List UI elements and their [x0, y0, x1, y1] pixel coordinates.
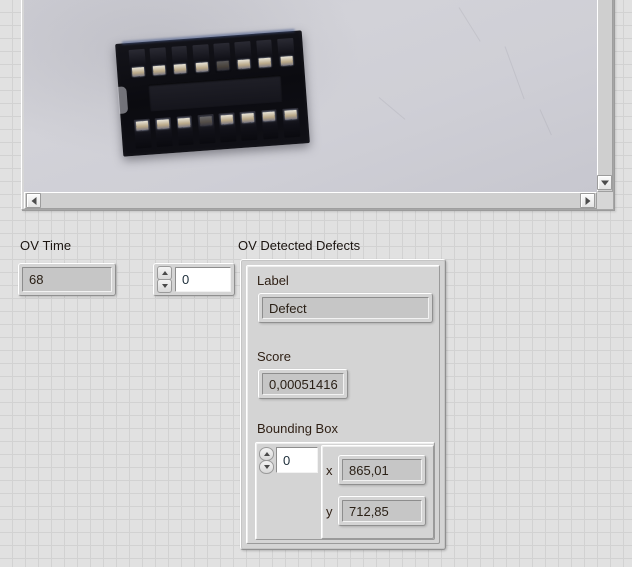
spinner-down-icon[interactable]: [259, 459, 274, 474]
bbox-x-value: 865,01: [342, 459, 422, 481]
bbox-y-caption: y: [326, 504, 333, 519]
bbox-coords-cluster: x 865,01 y 712,85: [321, 445, 434, 539]
socket-pin: [133, 118, 152, 149]
photo-scratch: [539, 109, 552, 136]
ov-time-label: OV Time: [20, 238, 72, 253]
bbox-index-value[interactable]: 0: [276, 447, 318, 473]
socket-pin: [239, 110, 258, 142]
index-value[interactable]: 0: [175, 267, 231, 292]
spinner-up-icon[interactable]: [259, 446, 274, 461]
detected-defects-label: OV Detected Defects: [238, 238, 361, 253]
scroll-down-icon[interactable]: [597, 175, 612, 190]
bbox-y-indicator: 712,85: [338, 496, 426, 526]
defect-record-cluster: Label Defect Score 0,00051416 Bounding B…: [246, 265, 440, 544]
spinner-down-icon[interactable]: [157, 278, 172, 293]
detected-defects-cluster: Label Defect Score 0,00051416 Bounding B…: [240, 259, 446, 550]
ov-time-value: 68: [22, 267, 112, 292]
bbox-index-spinner[interactable]: [259, 446, 274, 474]
socket-pin: [197, 113, 216, 145]
index-numeric-control[interactable]: 0: [153, 263, 235, 296]
socket-pin: [260, 109, 279, 140]
captured-photo: [24, 0, 597, 192]
dip-ic-socket: [115, 30, 310, 157]
horizontal-scrollbar[interactable]: [24, 192, 597, 209]
defect-score-caption: Score: [257, 349, 291, 364]
down-arrow-glyph: [600, 180, 609, 185]
scroll-right-icon[interactable]: [580, 193, 595, 208]
ov-time-indicator: 68: [18, 263, 116, 296]
photo-scratch: [378, 97, 406, 121]
bbox-x-caption: x: [326, 463, 333, 478]
socket-notch: [117, 86, 129, 114]
socket-pin: [176, 115, 195, 146]
bbox-x-indicator: 865,01: [338, 455, 426, 485]
socket-pin: [218, 112, 237, 143]
spinner-up-icon[interactable]: [157, 265, 172, 280]
defect-label-caption: Label: [257, 273, 289, 288]
left-arrow-glyph: [31, 196, 36, 205]
socket-pin: [255, 39, 274, 70]
defect-label-indicator: Defect: [258, 293, 433, 323]
vertical-scrollbar[interactable]: [597, 0, 613, 192]
defect-label-value: Defect: [262, 297, 429, 319]
socket-pin: [192, 43, 211, 75]
image-viewport[interactable]: [24, 0, 597, 192]
right-arrow-glyph: [585, 196, 590, 205]
image-display-control[interactable]: [21, 0, 614, 210]
photo-scratch: [504, 46, 525, 100]
photo-scratch: [459, 7, 482, 42]
defect-score-indicator: 0,00051416: [258, 369, 348, 399]
socket-pin: [171, 45, 189, 76]
bbox-y-value: 712,85: [342, 500, 422, 522]
socket-pin: [282, 107, 301, 139]
bounding-box-caption: Bounding Box: [257, 421, 338, 436]
socket-pin: [234, 40, 253, 72]
socket-pin: [213, 42, 232, 73]
defect-score-value: 0,00051416: [262, 373, 344, 395]
socket-pin: [277, 37, 295, 69]
socket-pin: [149, 47, 168, 78]
socket-pin: [128, 48, 147, 80]
bounding-box-array: 0 x 865,01 y 712,85: [255, 442, 435, 540]
scroll-left-icon[interactable]: [26, 193, 41, 208]
socket-pin: [154, 116, 173, 148]
index-spinner[interactable]: [157, 265, 172, 293]
